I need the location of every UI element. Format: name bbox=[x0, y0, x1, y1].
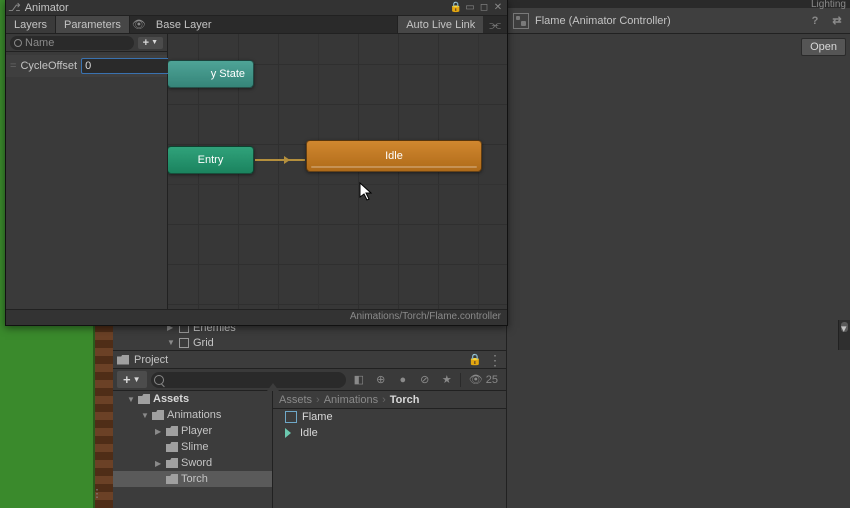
search-by-label-icon[interactable]: ⊕ bbox=[372, 372, 390, 388]
lock-icon[interactable]: 🔒 bbox=[468, 353, 482, 366]
hierarchy-item[interactable]: Grid bbox=[193, 337, 214, 349]
file-idle-anim[interactable]: Idle bbox=[273, 425, 506, 441]
inspector-tabs: Lighting bbox=[507, 0, 850, 8]
maximize-icon[interactable]: ◻ bbox=[477, 2, 491, 14]
hierarchy-scrollbar[interactable]: ▾ bbox=[838, 320, 850, 350]
search-by-type-icon[interactable]: ◧ bbox=[350, 372, 368, 388]
animator-toolbar: Layers Parameters 👁 Base Layer Auto Live… bbox=[6, 16, 507, 34]
tree-folder-slime[interactable]: Slime bbox=[113, 439, 272, 455]
file-flame-controller[interactable]: Flame bbox=[273, 409, 506, 425]
drag-handle-icon[interactable]: = bbox=[10, 60, 16, 72]
project-header: Project 🔒 ⋮ bbox=[113, 351, 506, 369]
parameters-panel: Name +▼ = CycleOffset bbox=[6, 34, 168, 309]
node-any-state[interactable]: y State bbox=[168, 60, 254, 88]
chevron-right-icon: › bbox=[316, 394, 320, 406]
lock-icon[interactable]: 🔒 bbox=[449, 2, 463, 14]
project-toolbar: +▼ ◧ ⊕ ● ⊘ ★ 👁 25 bbox=[113, 369, 506, 391]
search-icon bbox=[154, 375, 164, 385]
animator-window: ⎇ Animator 🔒 ▭ ◻ ✕ Layers Parameters 👁 B… bbox=[5, 0, 508, 326]
inspector-panel: Lighting Flame (Animator Controller) ? ⇄… bbox=[506, 0, 850, 508]
tab-layers[interactable]: Layers bbox=[6, 16, 56, 33]
project-content: Assets › Animations › Torch Flame Idle bbox=[273, 391, 506, 508]
controller-icon bbox=[285, 411, 297, 423]
expand-arrow-icon[interactable]: ▼ bbox=[167, 338, 175, 347]
tab-parameters[interactable]: Parameters bbox=[56, 16, 130, 33]
transition-line[interactable] bbox=[255, 159, 305, 161]
parameter-label: CycleOffset bbox=[20, 60, 77, 72]
search-icon bbox=[14, 39, 22, 47]
visibility-icon[interactable]: 👁 bbox=[130, 16, 148, 33]
node-idle[interactable]: Idle bbox=[306, 140, 482, 172]
search-placeholder: Name bbox=[25, 37, 54, 49]
menu-icon[interactable]: ⋮ bbox=[488, 355, 502, 365]
tree-folder-assets[interactable]: ▼ Assets bbox=[113, 391, 272, 407]
close-icon[interactable]: ✕ bbox=[491, 2, 505, 14]
project-title: Project bbox=[134, 354, 168, 366]
tree-folder-sword[interactable]: ▶ Sword bbox=[113, 455, 272, 471]
inspector-header: Flame (Animator Controller) ? ⇄ bbox=[507, 8, 850, 34]
breadcrumb-item[interactable]: Torch bbox=[390, 394, 420, 406]
favorite-star-icon[interactable]: ★ bbox=[438, 372, 456, 388]
animation-icon bbox=[285, 428, 295, 438]
controller-path: Animations/Torch/Flame.controller bbox=[350, 311, 501, 322]
node-entry[interactable]: Entry bbox=[168, 146, 254, 174]
transition-arrow-icon bbox=[284, 156, 290, 164]
filter-favorites-icon[interactable]: ⊘ bbox=[416, 372, 434, 388]
state-graph[interactable]: y State Entry Idle bbox=[168, 34, 507, 309]
project-tree: ▼ Assets ▼ Animations ▶ Player Slime ▶ S… bbox=[113, 391, 273, 508]
tree-folder-animations[interactable]: ▼ Animations bbox=[113, 407, 272, 423]
breadcrumb-item[interactable]: Assets bbox=[279, 394, 312, 406]
auto-live-link-toggle[interactable]: Auto Live Link bbox=[397, 16, 483, 33]
breadcrumb-item[interactable]: Animations bbox=[324, 394, 378, 406]
preset-icon[interactable]: ⇄ bbox=[830, 14, 844, 28]
add-parameter-button[interactable]: +▼ bbox=[138, 37, 163, 49]
tree-folder-player[interactable]: ▶ Player bbox=[113, 423, 272, 439]
project-search[interactable] bbox=[151, 372, 346, 388]
project-panel: Project 🔒 ⋮ +▼ ◧ ⊕ ● ⊘ ★ 👁 25 ▼ Assets ▼… bbox=[113, 350, 506, 508]
scrollbar-thumb[interactable]: ▾ bbox=[841, 322, 848, 332]
folder-icon bbox=[117, 355, 129, 365]
animator-footer: Animations/Torch/Flame.controller bbox=[6, 309, 507, 325]
gameobject-icon bbox=[179, 338, 189, 348]
help-icon[interactable]: ? bbox=[808, 14, 822, 28]
parameter-search[interactable]: Name bbox=[10, 36, 134, 50]
project-breadcrumb: Assets › Animations › Torch bbox=[273, 391, 506, 409]
layer-breadcrumb[interactable]: Base Layer bbox=[148, 16, 220, 33]
create-button[interactable]: +▼ bbox=[117, 371, 147, 388]
chevron-right-icon: › bbox=[382, 394, 386, 406]
dock-icon[interactable]: ▭ bbox=[463, 2, 477, 14]
window-titlebar[interactable]: ⎇ Animator 🔒 ▭ ◻ ✕ bbox=[6, 0, 507, 16]
tab-lighting-fragment[interactable]: Lighting bbox=[811, 0, 846, 10]
animator-icon: ⎇ bbox=[8, 1, 21, 14]
hidden-packages-count[interactable]: 👁 25 bbox=[465, 373, 502, 386]
window-title: Animator bbox=[25, 2, 69, 14]
parameter-row[interactable]: = CycleOffset bbox=[6, 55, 167, 77]
animator-controller-icon bbox=[513, 13, 529, 29]
open-button[interactable]: Open bbox=[801, 38, 846, 56]
panel-resize-handle[interactable]: ⋮ bbox=[90, 486, 104, 500]
visibility-icon: 👁 bbox=[469, 373, 483, 386]
asset-title: Flame (Animator Controller) bbox=[535, 15, 800, 27]
tree-folder-torch[interactable]: Torch bbox=[113, 471, 272, 487]
filter-label-icon[interactable]: ● bbox=[394, 372, 412, 388]
link-icon[interactable]: ⫘ bbox=[483, 16, 507, 33]
